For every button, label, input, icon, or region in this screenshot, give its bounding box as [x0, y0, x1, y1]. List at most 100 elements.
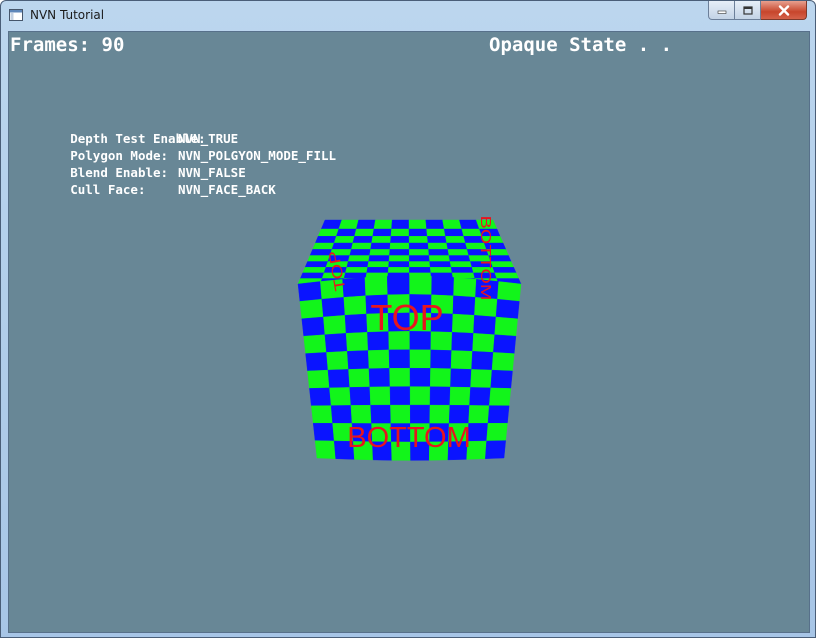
- checker-tile: [409, 255, 430, 262]
- checker-tile: [428, 255, 451, 262]
- checker-tile: [493, 334, 517, 354]
- checker-tile: [330, 405, 353, 424]
- checker-tile: [486, 422, 508, 442]
- checker-tile: [389, 242, 410, 250]
- checker-tile: [429, 368, 452, 388]
- checker-tile: [487, 405, 510, 424]
- checker-tile: [320, 219, 343, 230]
- maximize-icon: [742, 5, 753, 15]
- checker-tile: [445, 236, 466, 244]
- checker-tile: [429, 386, 451, 406]
- app-window: NVN Tutorial Frames: 90 Opaque State . .…: [0, 0, 816, 638]
- checker-tile: [324, 333, 348, 353]
- front-face-label-bottom: BOTTOM: [347, 422, 471, 454]
- checker-tile: [331, 242, 354, 250]
- checker-tile: [347, 255, 370, 262]
- checker-tile: [368, 368, 391, 388]
- checker-tile: [446, 242, 468, 250]
- checker-tile: [301, 316, 326, 337]
- checker-tile: [472, 333, 495, 353]
- checker-tile: [356, 219, 376, 230]
- checker-tile: [390, 404, 411, 424]
- checker-tile: [388, 349, 411, 369]
- checker-tile: [349, 249, 371, 256]
- minimize-button[interactable]: [708, 1, 735, 20]
- front-face-label-top: TOP: [370, 297, 443, 338]
- checker-tile: [409, 261, 431, 268]
- checker-tile: [391, 219, 410, 230]
- checker-tile: [351, 242, 372, 250]
- title-bar[interactable]: NVN Tutorial: [1, 1, 815, 31]
- caption-buttons: [708, 1, 807, 21]
- checker-tile: [409, 349, 432, 369]
- checker-tile: [409, 242, 429, 250]
- checker-tile: [491, 352, 515, 372]
- checker-tile: [473, 315, 497, 335]
- checker-tile: [485, 440, 506, 459]
- checker-tile: [448, 404, 470, 424]
- checker-tile: [408, 249, 430, 256]
- checker-tile: [389, 249, 410, 256]
- close-icon: [778, 4, 789, 16]
- checker-tile: [348, 368, 371, 388]
- checker-tile: [349, 386, 371, 406]
- checker-tile: [449, 386, 471, 406]
- checker-tile: [314, 236, 337, 244]
- checker-tile: [450, 368, 472, 388]
- render-viewport[interactable]: Frames: 90 Opaque State . . Depth Test E…: [8, 31, 810, 633]
- checker-tile: [336, 228, 357, 237]
- checker-tile: [390, 236, 410, 244]
- checker-tile: [354, 228, 375, 237]
- checker-tile: [303, 334, 327, 354]
- checker-tile: [299, 298, 324, 320]
- checker-tile: [314, 440, 336, 459]
- checker-tile: [490, 369, 513, 389]
- checker-tile: [386, 275, 410, 296]
- checker-tile: [333, 236, 355, 244]
- checker-tile: [307, 369, 330, 389]
- checker-tile: [387, 267, 410, 274]
- checker-tile: [494, 272, 519, 279]
- checker-tile: [429, 267, 453, 274]
- checker-tile: [409, 267, 432, 274]
- checker-tile: [343, 295, 367, 316]
- checker-tile: [299, 272, 325, 279]
- checker-tile: [370, 242, 391, 250]
- checker-tile: [389, 367, 411, 387]
- minimize-icon: [717, 10, 726, 14]
- checker-tile: [447, 249, 470, 256]
- checker-tile: [469, 387, 491, 406]
- checker-tile: [426, 228, 446, 237]
- close-button[interactable]: [761, 1, 807, 20]
- checker-tile: [305, 352, 329, 372]
- checker-tile: [451, 313, 475, 334]
- checker-tile: [452, 295, 476, 316]
- checker-tile: [427, 242, 449, 250]
- checkered-cube: TOP BOTTOM TOP BOTTOM: [297, 215, 522, 461]
- checker-tile: [327, 369, 350, 389]
- checker-tile: [304, 261, 329, 268]
- checker-tile: [448, 255, 471, 262]
- checker-tile: [388, 255, 410, 262]
- checker-tile: [471, 351, 494, 371]
- checker-tile: [470, 369, 493, 389]
- checker-tile: [489, 387, 512, 407]
- checker-tile: [408, 236, 429, 244]
- checker-tile: [429, 261, 452, 268]
- checker-tile: [428, 249, 450, 256]
- checker-tile: [408, 219, 427, 230]
- checker-tile: [329, 387, 352, 406]
- checker-tile: [492, 267, 517, 274]
- maximize-button[interactable]: [735, 1, 761, 20]
- checker-tile: [429, 404, 451, 424]
- checker-tile: [409, 386, 431, 406]
- checker-tile: [425, 219, 445, 230]
- checker-tile: [369, 249, 391, 256]
- checker-tile: [497, 281, 522, 302]
- checker-tile: [366, 267, 389, 274]
- checker-tile: [352, 236, 373, 244]
- checker-tile: [388, 261, 410, 268]
- checker-tile: [346, 261, 369, 268]
- checker-tile: [390, 228, 410, 237]
- checker-tile: [494, 316, 518, 337]
